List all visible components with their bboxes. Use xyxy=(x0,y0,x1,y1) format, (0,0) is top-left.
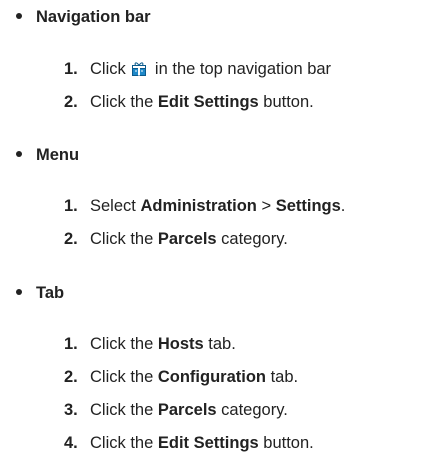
step-text: tab. xyxy=(203,335,236,353)
step-text: Click the xyxy=(90,401,158,419)
step-text: button. xyxy=(258,434,314,452)
section-heading-text: Menu xyxy=(36,146,80,164)
bullet-icon xyxy=(16,150,22,157)
step-menu-1: 1. Select Administration > Settings. xyxy=(64,196,345,216)
step-menu-2: 2. Click the Parcels category. xyxy=(64,229,288,249)
bullet-icon xyxy=(16,288,22,295)
gift-box-icon xyxy=(132,61,147,76)
step-tab-4: 4. Click the Edit Settings button. xyxy=(64,433,314,453)
step-number: 1. xyxy=(64,60,78,78)
step-tab-1: 1. Click the Hosts tab. xyxy=(64,334,236,354)
step-text: Click the xyxy=(90,368,158,386)
section-heading-tab: Tab xyxy=(16,283,64,303)
step-text: Click the xyxy=(90,335,158,353)
section-heading-text: Navigation bar xyxy=(36,8,151,26)
ui-label-hosts: Hosts xyxy=(157,335,204,353)
ui-label-edit-settings: Edit Settings xyxy=(157,434,259,452)
step-number: 2. xyxy=(64,93,78,111)
step-tab-2: 2. Click the Configuration tab. xyxy=(64,367,298,387)
step-number: 2. xyxy=(64,368,78,386)
section-heading-menu: Menu xyxy=(16,145,79,165)
step-text: Click xyxy=(90,60,131,78)
step-text: button. xyxy=(258,93,314,111)
step-text: Click the xyxy=(90,434,158,452)
step-number: 4. xyxy=(64,434,78,452)
ui-label-administration: Administration xyxy=(140,197,257,215)
step-text: Click the xyxy=(90,93,158,111)
section-heading-navigation-bar: Navigation bar xyxy=(16,7,151,27)
step-number: 1. xyxy=(64,197,78,215)
step-number: 1. xyxy=(64,335,78,353)
ui-label-configuration: Configuration xyxy=(157,368,267,386)
step-number: 2. xyxy=(64,230,78,248)
ui-label-settings: Settings xyxy=(275,197,341,215)
ui-label-parcels: Parcels xyxy=(157,230,217,248)
ui-label-parcels: Parcels xyxy=(157,401,217,419)
section-heading-text: Tab xyxy=(36,284,65,302)
step-navigation-1: 1. Click in the top navigation bar xyxy=(64,59,331,79)
step-text: Select xyxy=(90,197,141,215)
step-number: 3. xyxy=(64,401,78,419)
step-tab-3: 3. Click the Parcels category. xyxy=(64,400,288,420)
step-text: tab. xyxy=(266,368,299,386)
step-text: > xyxy=(256,197,276,215)
ui-label-edit-settings: Edit Settings xyxy=(157,93,259,111)
step-text: in the top navigation bar xyxy=(150,60,332,78)
step-text: category. xyxy=(216,230,288,248)
step-text: category. xyxy=(216,401,288,419)
step-text: . xyxy=(340,197,346,215)
step-navigation-2: 2. Click the Edit Settings button. xyxy=(64,92,314,112)
step-text: Click the xyxy=(90,230,158,248)
bullet-icon xyxy=(16,12,22,19)
